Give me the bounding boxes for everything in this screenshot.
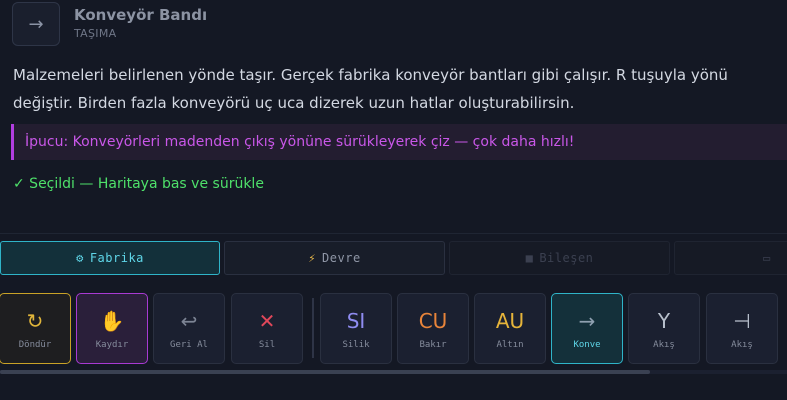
- tip-text: İpucu: Konveyörleri madenden çıkış yönün…: [25, 134, 575, 150]
- gold-tool-button[interactable]: AU Altın: [474, 293, 546, 364]
- tool-label: Akış: [653, 339, 675, 350]
- close-icon: ✕: [258, 308, 276, 333]
- tool-label: Sil: [258, 339, 276, 350]
- hand-icon: ✋: [99, 308, 125, 333]
- silicon-tool-button[interactable]: SI Silik: [320, 293, 392, 364]
- tab-label: Devre: [322, 251, 361, 265]
- tab-fabrika[interactable]: ⚙ Fabrika: [0, 241, 220, 275]
- flow-merger-tool-button[interactable]: ⊣ Akış: [706, 293, 778, 364]
- gold-icon: AU: [495, 308, 525, 333]
- delete-tool-button[interactable]: ✕ Sil: [231, 293, 303, 364]
- conveyor-tool-button[interactable]: → Konve: [551, 293, 623, 364]
- merger-icon: ⊣: [733, 308, 751, 333]
- tab-bilesen[interactable]: ■ Bileşen: [449, 241, 670, 275]
- tool-label: Geri Al: [170, 339, 208, 350]
- arrow-right-icon: →: [578, 308, 596, 333]
- tab-devre[interactable]: ⚡ Devre: [224, 241, 445, 275]
- rotate-icon: ↻: [26, 308, 44, 333]
- toolbar-scrollbar[interactable]: [0, 370, 650, 374]
- tool-label: Konve: [573, 339, 601, 350]
- tab-monitor[interactable]: ▭: [674, 241, 787, 275]
- item-title: Konveyör Bandı: [74, 6, 208, 24]
- selection-status: ✓ Seçildi — Haritaya bas ve sürükle: [13, 176, 264, 192]
- tab-label: Fabrika: [89, 251, 144, 265]
- tool-label: Altın: [496, 339, 524, 350]
- splitter-icon: Y: [657, 308, 671, 333]
- tool-label: Bakır: [419, 339, 447, 350]
- undo-icon: ↩: [180, 308, 198, 333]
- tab-label: Bileşen: [539, 251, 594, 265]
- arrow-right-icon: →: [12, 2, 60, 46]
- tool-label: Akış: [731, 339, 753, 350]
- gear-icon: ⚙: [76, 251, 84, 265]
- silicon-icon: SI: [346, 308, 366, 333]
- tool-label: Kaydır: [95, 339, 129, 350]
- rotate-tool-button[interactable]: ↻ Döndür: [0, 293, 71, 364]
- category-tabs: ⚙ Fabrika ⚡ Devre ■ Bileşen ▭: [0, 233, 787, 278]
- tip-box: İpucu: Konveyörleri madenden çıkış yönün…: [11, 124, 787, 160]
- toolbar-divider: [312, 298, 314, 358]
- flow-splitter-tool-button[interactable]: Y Akış: [628, 293, 700, 364]
- tool-label: Döndür: [18, 339, 52, 350]
- monitor-icon: ▭: [763, 251, 771, 265]
- item-description: Malzemeleri belirlenen yönde taşır. Gerç…: [13, 66, 728, 112]
- tool-palette: ↻ Döndür ✋ Kaydır ↩ Geri Al ✕ Sil SI Sil…: [0, 286, 787, 376]
- item-category: TAŞIMA: [74, 27, 117, 40]
- chip-icon: ■: [525, 251, 534, 265]
- copper-icon: CU: [418, 308, 448, 333]
- copper-tool-button[interactable]: CU Bakır: [397, 293, 469, 364]
- tool-label: Silik: [342, 339, 370, 350]
- pan-tool-button[interactable]: ✋ Kaydır: [76, 293, 148, 364]
- undo-tool-button[interactable]: ↩ Geri Al: [153, 293, 225, 364]
- lightning-icon: ⚡: [308, 251, 317, 265]
